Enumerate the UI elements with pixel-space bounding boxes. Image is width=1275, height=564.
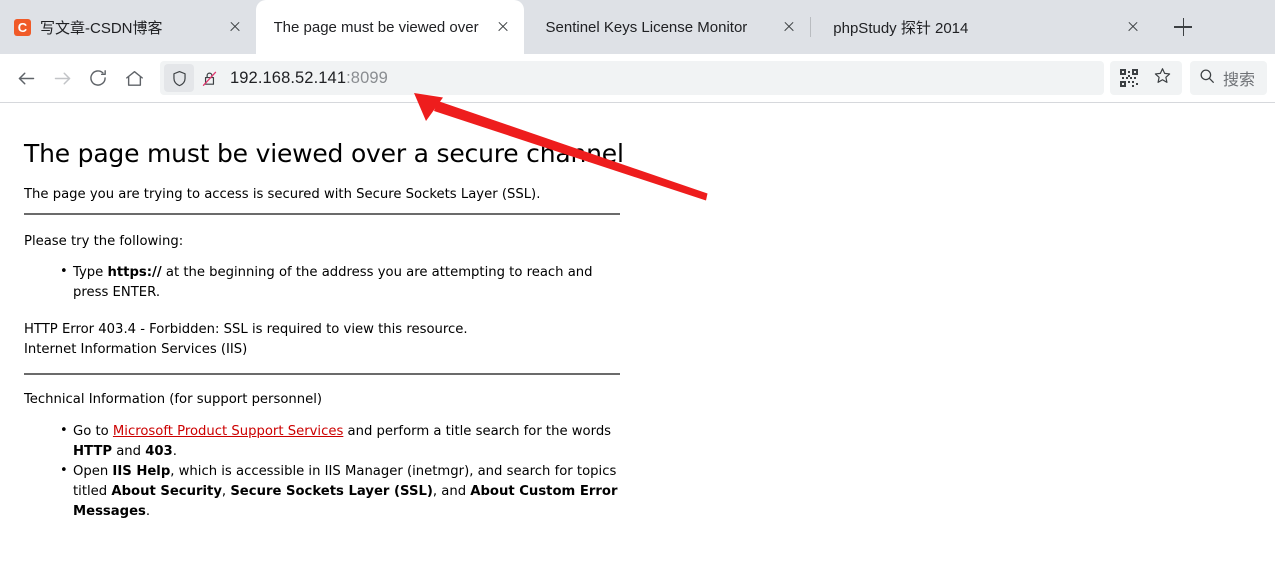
url-host: 192.168.52.141 xyxy=(230,68,347,87)
try-following-list: Type https:// at the beginning of the ad… xyxy=(24,262,1275,303)
toolbar-right-group: 搜索 xyxy=(1109,61,1267,95)
tab-title: 写文章-CSDN博客 xyxy=(40,19,163,37)
back-arrow-icon xyxy=(16,68,37,89)
insecure-lock-crossed-icon[interactable] xyxy=(194,64,224,92)
home-icon xyxy=(124,68,145,89)
page-viewport: The page must be viewed over a secure ch… xyxy=(0,103,1275,564)
divider-bottom xyxy=(24,372,620,375)
item-post: . xyxy=(145,503,151,519)
browser-toolbar: 192.168.52.141:8099 搜索 xyxy=(0,54,1275,103)
microsoft-support-link[interactable]: Microsoft Product Support Services xyxy=(113,424,343,439)
item-mid3: , and xyxy=(432,483,471,499)
server-line: Internet Information Services (IIS) xyxy=(24,341,248,357)
item-mid2: and xyxy=(112,443,146,459)
item-bold-about-security: About Security xyxy=(111,483,222,499)
search-placeholder: 搜索 xyxy=(1222,72,1255,89)
forward-arrow-icon xyxy=(52,68,73,89)
page-lead: The page you are trying to access is sec… xyxy=(24,187,541,202)
item-bold-ssl: Secure Sockets Layer (SSL) xyxy=(230,483,433,499)
item-post: . xyxy=(172,443,177,459)
tab-iis-error-page[interactable]: The page must be viewed over a xyxy=(255,0,524,54)
browser-tab-strip: C 写文章-CSDN博客 The page must be viewed ove… xyxy=(0,0,1275,54)
back-button[interactable] xyxy=(8,60,44,96)
list-item: Type https:// at the beginning of the ad… xyxy=(60,262,621,303)
tab-title: phpStudy 探针 2014 xyxy=(833,19,969,37)
csdn-favicon: C xyxy=(14,18,31,36)
item-pre: Go to xyxy=(73,423,113,439)
item-bold: https:// xyxy=(107,264,162,280)
forward-button[interactable] xyxy=(44,60,80,96)
reload-icon xyxy=(88,68,108,88)
item-bold-iis-help: IIS Help xyxy=(112,463,171,479)
technical-label: Technical Information (for support perso… xyxy=(24,391,323,407)
url-text: 192.168.52.141:8099 xyxy=(230,69,388,88)
list-item: Open IIS Help, which is accessible in II… xyxy=(60,461,621,522)
toolbar-icon-pill xyxy=(1109,61,1182,95)
iis-error-document: The page must be viewed over a secure ch… xyxy=(0,139,1275,522)
qr-code-icon xyxy=(1119,69,1138,87)
url-port: :8099 xyxy=(346,68,388,87)
item-bold-http: HTTP xyxy=(73,443,112,459)
item-pre: Open xyxy=(73,463,113,479)
item-pre: Type xyxy=(73,264,108,280)
tab-csdn[interactable]: C 写文章-CSDN博客 xyxy=(0,0,256,54)
search-box[interactable]: 搜索 xyxy=(1189,61,1267,95)
divider-top xyxy=(24,213,620,215)
list-item: Go to Microsoft Product Support Services… xyxy=(60,421,621,462)
tab-phpstudy[interactable]: phpStudy 探针 2014 xyxy=(811,0,1154,54)
tab-title: The page must be viewed over a xyxy=(273,18,483,36)
address-bar[interactable]: 192.168.52.141:8099 xyxy=(160,61,1104,95)
try-following-label: Please try the following: xyxy=(24,234,184,249)
shield-icon[interactable] xyxy=(164,64,194,92)
home-button[interactable] xyxy=(116,60,152,96)
search-icon xyxy=(1198,67,1216,90)
close-icon[interactable] xyxy=(492,16,514,38)
close-icon[interactable] xyxy=(224,16,246,38)
page-title: The page must be viewed over a secure ch… xyxy=(24,139,624,168)
new-tab-button[interactable] xyxy=(1166,10,1200,44)
close-icon[interactable] xyxy=(1122,16,1144,38)
http-error-line: HTTP Error 403.4 - Forbidden: SSL is req… xyxy=(24,321,468,337)
star-outline-icon xyxy=(1153,66,1172,90)
tab-title: Sentinel Keys License Monitor xyxy=(545,18,748,36)
item-bold-403: 403 xyxy=(145,443,173,459)
close-icon[interactable] xyxy=(778,16,800,38)
technical-list: Go to Microsoft Product Support Services… xyxy=(24,421,1275,522)
item-mid: and perform a title search for the words xyxy=(343,423,612,439)
reload-button[interactable] xyxy=(80,60,116,96)
tab-sentinel-keys[interactable]: Sentinel Keys License Monitor xyxy=(524,0,811,54)
qr-code-button[interactable] xyxy=(1112,61,1146,95)
bookmark-button[interactable] xyxy=(1146,61,1180,95)
error-info-block: HTTP Error 403.4 - Forbidden: SSL is req… xyxy=(24,320,1275,360)
